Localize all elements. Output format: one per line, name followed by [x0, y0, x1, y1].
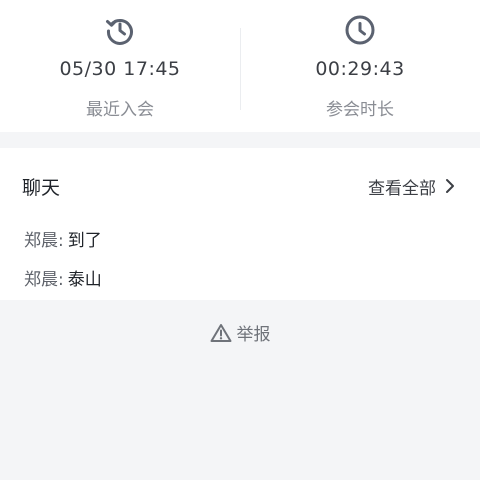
duration-label: 参会时长: [326, 100, 394, 120]
chat-message: 郑晨: 到了: [24, 226, 102, 251]
last-join-stat: 05/30 17:45 最近入会: [0, 0, 240, 132]
chat-title: 聊天: [22, 177, 61, 199]
chevron-right-icon: [446, 179, 454, 193]
duration-value: 00:29:43: [315, 58, 405, 80]
message-sender: 郑晨:: [24, 270, 64, 290]
report-button[interactable]: 举报: [0, 320, 480, 345]
report-label: 举报: [236, 325, 271, 345]
clock-icon: [345, 15, 375, 45]
view-all-label: 查看全部: [368, 178, 436, 199]
warning-icon: [210, 323, 231, 342]
message-text: 到了: [67, 231, 102, 251]
history-clock-icon: [106, 18, 133, 45]
meeting-stats-card: 05/30 17:45 最近入会 00:29:43 参会时长: [0, 0, 480, 132]
meeting-detail-page: 05/30 17:45 最近入会 00:29:43 参会时长 聊天 查看全部 郑…: [0, 0, 480, 480]
chat-card: 聊天 查看全部 郑晨: 到了 郑晨: 泰山: [0, 148, 480, 300]
message-text: 泰山: [67, 270, 102, 290]
last-join-value: 05/30 17:45: [59, 58, 181, 80]
last-join-label: 最近入会: [86, 100, 154, 120]
chat-message: 郑晨: 泰山: [24, 265, 102, 290]
view-all-button[interactable]: 查看全部: [368, 173, 456, 199]
message-sender: 郑晨:: [24, 231, 64, 251]
duration-stat: 00:29:43 参会时长: [240, 0, 480, 132]
